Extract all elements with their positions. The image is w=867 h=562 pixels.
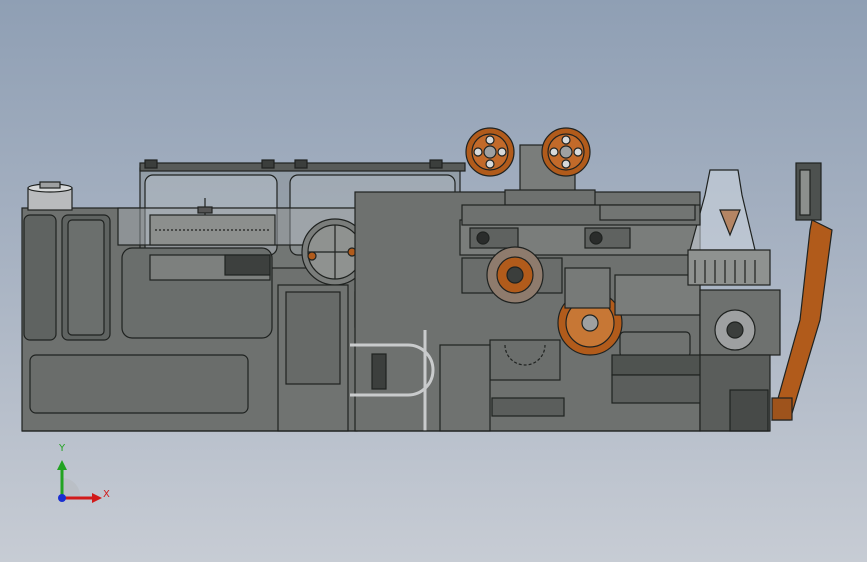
- left-window-1: [23, 214, 57, 341]
- orange-arm: [771, 162, 833, 421]
- reel-left: [465, 127, 515, 177]
- base-lower-panel: [29, 354, 249, 414]
- cad-viewport[interactable]: Y X: [0, 0, 867, 562]
- y-axis-label: Y: [59, 443, 66, 454]
- hopper: [687, 169, 771, 286]
- coordinate-triad: [57, 460, 102, 503]
- gear-cluster: [486, 246, 544, 304]
- reel-right: [541, 127, 591, 177]
- machine-model-view[interactable]: [0, 0, 867, 562]
- x-axis-label: X: [103, 489, 110, 500]
